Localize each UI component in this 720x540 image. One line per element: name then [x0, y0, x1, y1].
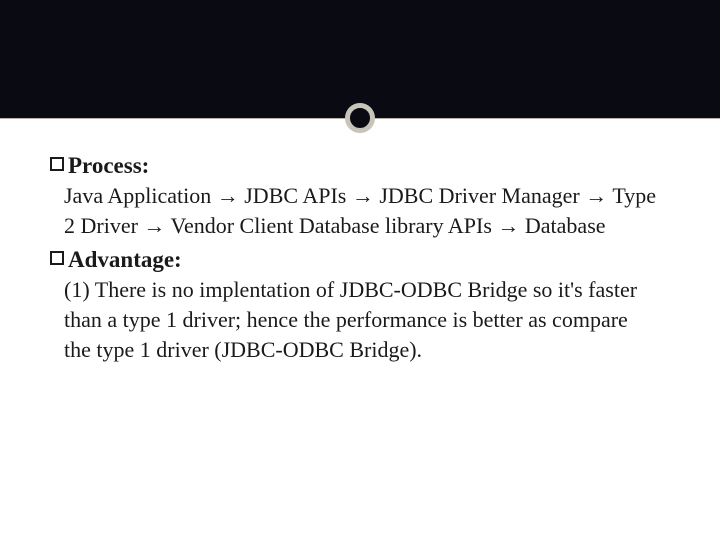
section-heading: Advantage: — [68, 244, 182, 275]
section-heading-row: Advantage: — [50, 244, 660, 275]
slide-header-band — [0, 0, 720, 118]
section-process: Process: Java Application → JDBC APIs → … — [50, 150, 660, 240]
section-advantage: Advantage: (1) There is no implentation … — [50, 244, 660, 364]
bullet-icon — [50, 251, 64, 265]
bullet-icon — [50, 157, 64, 171]
section-body: Java Application → JDBC APIs → JDBC Driv… — [50, 181, 660, 240]
section-body: (1) There is no implentation of JDBC-ODB… — [50, 275, 660, 364]
slide-content: Process: Java Application → JDBC APIs → … — [50, 150, 660, 369]
decorative-ring-icon — [345, 103, 375, 133]
section-heading: Process: — [68, 150, 149, 181]
slide: Process: Java Application → JDBC APIs → … — [0, 0, 720, 540]
section-heading-row: Process: — [50, 150, 660, 181]
